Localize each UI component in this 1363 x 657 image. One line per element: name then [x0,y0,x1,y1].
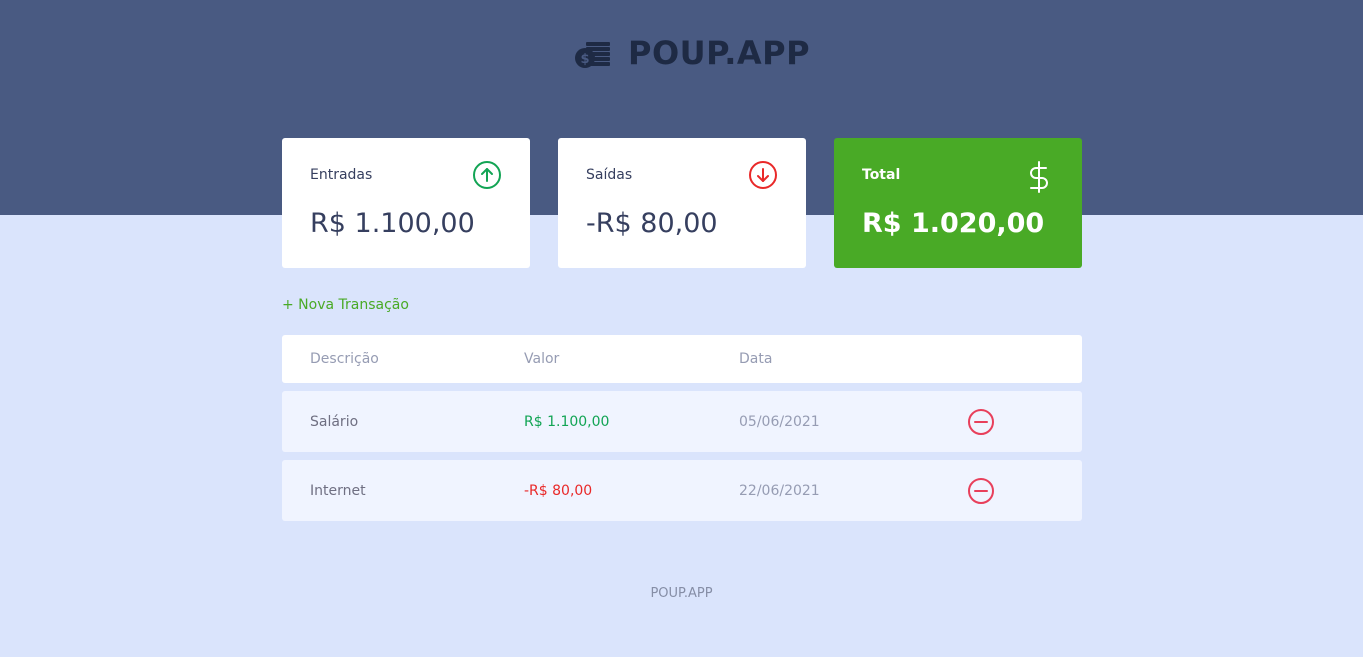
row-amount: R$ 1.100,00 [524,413,610,430]
income-label: Entradas [310,167,373,183]
arrow-up-circle-icon [472,160,502,190]
row-description: Salário [310,413,359,430]
income-value: R$ 1.100,00 [310,208,475,239]
header-amount: Valor [524,351,560,367]
income-card: Entradas R$ 1.100,00 [282,138,530,268]
logo-text: POUP.APP [628,34,811,72]
new-transaction-button[interactable]: + Nova Transação [282,297,409,313]
total-value: R$ 1.020,00 [862,208,1045,239]
row-description: Internet [310,482,366,499]
total-card: Total R$ 1.020,00 [834,138,1082,268]
table-row: Internet -R$ 80,00 22/06/2021 [282,460,1082,521]
row-amount: -R$ 80,00 [524,482,593,499]
transactions-table: Descrição Valor Data Salário R$ 1.100,00… [282,335,1082,529]
svg-text:$: $ [580,52,589,67]
remove-transaction-icon[interactable] [966,476,996,506]
expense-card: Saídas -R$ 80,00 [558,138,806,268]
header-description: Descrição [310,351,379,367]
coins-icon: $ [574,36,614,70]
remove-transaction-icon[interactable] [966,407,996,437]
dollar-sign-icon [1024,160,1054,193]
app-logo: $ POUP.APP [574,34,810,72]
table-header: Descrição Valor Data [282,335,1082,383]
row-date: 05/06/2021 [739,413,820,430]
footer-text: POUP.APP [650,586,713,601]
expense-value: -R$ 80,00 [586,208,718,239]
total-label: Total [862,167,901,183]
expense-label: Saídas [586,167,633,183]
row-date: 22/06/2021 [739,482,820,499]
table-row: Salário R$ 1.100,00 05/06/2021 [282,391,1082,452]
header-date: Data [739,351,773,367]
arrow-down-circle-icon [748,160,778,190]
